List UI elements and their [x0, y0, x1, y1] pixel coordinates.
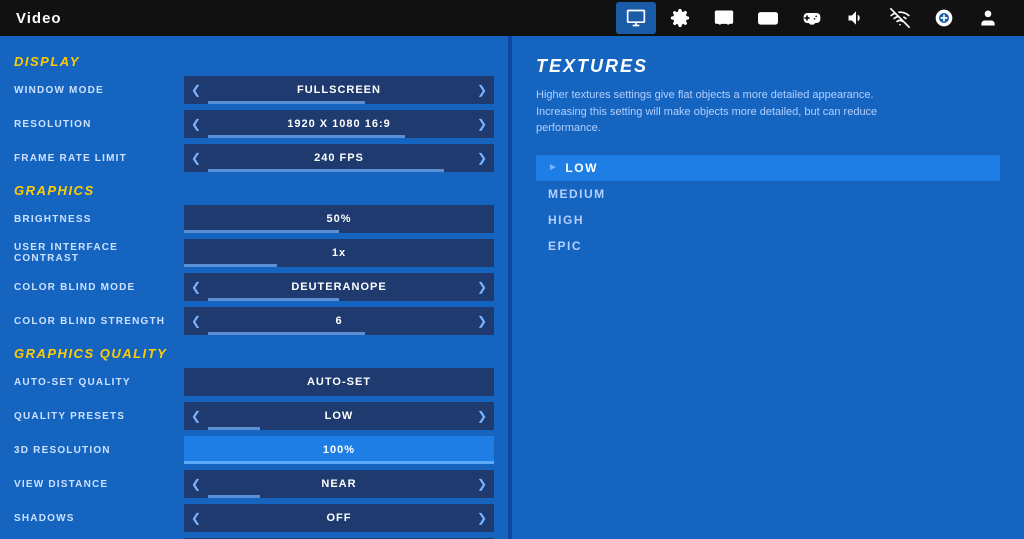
brightness-label: BRIGHTNESS	[14, 214, 184, 225]
section-graphics-quality-header: GRAPHICS QUALITY	[0, 338, 508, 365]
resolution-label: RESOLUTION	[14, 119, 184, 130]
texture-option-high[interactable]: HIGH	[536, 207, 1000, 233]
auto-quality-label: AUTO-SET QUALITY	[14, 377, 184, 388]
setting-row-shadows: SHADOWS ❮ OFF ❯	[0, 501, 508, 535]
frame-rate-next[interactable]: ❯	[470, 144, 494, 172]
resolution-next[interactable]: ❯	[470, 110, 494, 138]
3d-resolution-value[interactable]: 100%	[184, 436, 494, 464]
resolution-control: ❮ 1920 X 1080 16:9 ❯	[184, 110, 494, 138]
quality-presets-next[interactable]: ❯	[470, 402, 494, 430]
shadows-next[interactable]: ❯	[470, 504, 494, 532]
nav-controller[interactable]	[792, 2, 832, 34]
quality-presets-prev[interactable]: ❮	[184, 402, 208, 430]
window-mode-prev[interactable]: ❮	[184, 76, 208, 104]
window-mode-control: ❮ FULLSCREEN ❯	[184, 76, 494, 104]
3d-resolution-label: 3D RESOLUTION	[14, 445, 184, 456]
shadows-prev[interactable]: ❮	[184, 504, 208, 532]
frame-rate-prev[interactable]: ❮	[184, 144, 208, 172]
nav-audio[interactable]	[836, 2, 876, 34]
auto-quality-value[interactable]: AUTO-SET	[184, 368, 494, 396]
texture-selected-arrow: ►	[548, 162, 559, 173]
window-mode-next[interactable]: ❯	[470, 76, 494, 104]
quality-presets-control: ❮ LOW ❯	[184, 402, 494, 430]
setting-row-window-mode: WINDOW MODE ❮ FULLSCREEN ❯	[0, 73, 508, 107]
view-distance-next[interactable]: ❯	[470, 470, 494, 498]
frame-rate-value: 240 FPS	[208, 144, 470, 172]
window-title: Video	[16, 10, 62, 27]
textures-panel-desc: Higher textures settings give flat objec…	[536, 87, 916, 137]
shadows-control: ❮ OFF ❯	[184, 504, 494, 532]
section-display-header: DISPLAY	[0, 46, 508, 73]
3d-resolution-control: 100%	[184, 436, 494, 464]
view-distance-prev[interactable]: ❮	[184, 470, 208, 498]
brightness-value[interactable]: 50%	[184, 205, 494, 233]
texture-option-medium[interactable]: MEDIUM	[536, 181, 1000, 207]
window-mode-value: FULLSCREEN	[208, 76, 470, 104]
nav-keyboard[interactable]	[748, 2, 788, 34]
nav-network[interactable]	[880, 2, 920, 34]
nav-icon-group	[616, 2, 1008, 34]
view-distance-label: VIEW DISTANCE	[14, 479, 184, 490]
ui-contrast-control: 1x	[184, 239, 494, 267]
nav-user[interactable]	[968, 2, 1008, 34]
texture-option-epic[interactable]: EPIC	[536, 233, 1000, 259]
left-panel: DISPLAY WINDOW MODE ❮ FULLSCREEN ❯ RESOL…	[0, 36, 510, 539]
color-blind-strength-label: COLOR BLIND STRENGTH	[14, 316, 184, 327]
setting-row-view-distance: VIEW DISTANCE ❮ NEAR ❯	[0, 467, 508, 501]
quality-presets-label: QUALITY PRESETS	[14, 411, 184, 422]
color-blind-mode-prev[interactable]: ❮	[184, 273, 208, 301]
window-mode-label: WINDOW MODE	[14, 85, 184, 96]
frame-rate-control: ❮ 240 FPS ❯	[184, 144, 494, 172]
setting-row-auto-quality: AUTO-SET QUALITY AUTO-SET	[0, 365, 508, 399]
right-panel: TEXTURES Higher textures settings give f…	[512, 36, 1024, 539]
setting-row-color-blind-strength: COLOR BLIND STRENGTH ❮ 6 ❯	[0, 304, 508, 338]
view-distance-control: ❮ NEAR ❯	[184, 470, 494, 498]
setting-row-resolution: RESOLUTION ❮ 1920 X 1080 16:9 ❯	[0, 107, 508, 141]
color-blind-strength-prev[interactable]: ❮	[184, 307, 208, 335]
ui-contrast-label: USER INTERFACE CONTRAST	[14, 242, 184, 264]
shadows-label: SHADOWS	[14, 513, 184, 524]
nav-settings[interactable]	[660, 2, 700, 34]
view-distance-value: NEAR	[208, 470, 470, 498]
color-blind-strength-next[interactable]: ❯	[470, 307, 494, 335]
main-layout: DISPLAY WINDOW MODE ❮ FULLSCREEN ❯ RESOL…	[0, 36, 1024, 539]
section-graphics-header: GRAPHICS	[0, 175, 508, 202]
color-blind-mode-next[interactable]: ❯	[470, 273, 494, 301]
brightness-control: 50%	[184, 205, 494, 233]
color-blind-strength-control: ❮ 6 ❯	[184, 307, 494, 335]
quality-presets-value: LOW	[208, 402, 470, 430]
setting-row-color-blind-mode: COLOR BLIND MODE ❮ DEUTERANOPE ❯	[0, 270, 508, 304]
setting-row-frame-rate: FRAME RATE LIMIT ❮ 240 FPS ❯	[0, 141, 508, 175]
nav-display[interactable]	[704, 2, 744, 34]
title-bar: Video	[0, 0, 1024, 36]
setting-row-3d-resolution: 3D RESOLUTION 100%	[0, 433, 508, 467]
color-blind-mode-control: ❮ DEUTERANOPE ❯	[184, 273, 494, 301]
resolution-value: 1920 X 1080 16:9	[208, 110, 470, 138]
setting-row-quality-presets: QUALITY PRESETS ❮ LOW ❯	[0, 399, 508, 433]
resolution-prev[interactable]: ❮	[184, 110, 208, 138]
nav-monitor[interactable]	[616, 2, 656, 34]
color-blind-mode-label: COLOR BLIND MODE	[14, 282, 184, 293]
frame-rate-label: FRAME RATE LIMIT	[14, 153, 184, 164]
shadows-value: OFF	[208, 504, 470, 532]
setting-row-ui-contrast: USER INTERFACE CONTRAST 1x	[0, 236, 508, 270]
color-blind-mode-value: DEUTERANOPE	[208, 273, 470, 301]
setting-row-anti-aliasing: ANTI-ALIASING ❮ OFF ❯	[0, 535, 508, 539]
setting-row-brightness: BRIGHTNESS 50%	[0, 202, 508, 236]
color-blind-strength-value: 6	[208, 307, 470, 335]
textures-panel-title: TEXTURES	[536, 56, 1000, 77]
texture-option-low[interactable]: ► LOW	[536, 155, 1000, 181]
auto-quality-control: AUTO-SET	[184, 368, 494, 396]
ui-contrast-value[interactable]: 1x	[184, 239, 494, 267]
nav-gamepad[interactable]	[924, 2, 964, 34]
